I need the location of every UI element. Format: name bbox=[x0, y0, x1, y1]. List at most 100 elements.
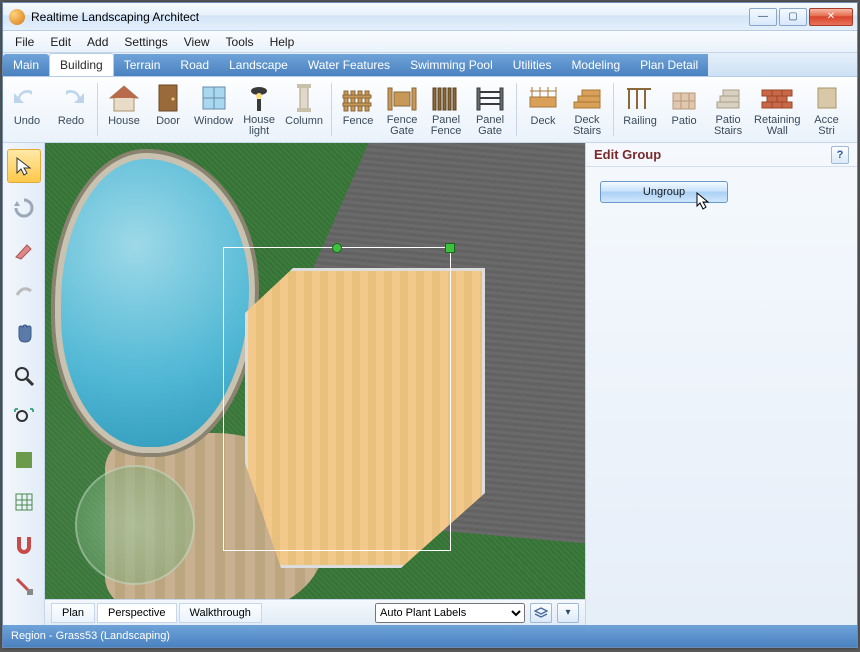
tab-landscape[interactable]: Landscape bbox=[219, 54, 298, 76]
tab-building[interactable]: Building bbox=[49, 53, 114, 76]
ribbon-label: Fence bbox=[343, 116, 374, 128]
status-text: Region - Grass53 (Landscaping) bbox=[11, 630, 170, 642]
patio-icon bbox=[667, 81, 701, 115]
ribbon-label: Redo bbox=[58, 116, 84, 128]
door-icon bbox=[151, 81, 185, 115]
ribbon-railing[interactable]: Railing bbox=[618, 79, 662, 140]
cursor-icon bbox=[695, 192, 711, 210]
ribbon-label: Undo bbox=[14, 116, 40, 128]
ribbon-house-light[interactable]: House light bbox=[237, 79, 281, 140]
scene-3d bbox=[45, 143, 585, 625]
tab-water[interactable]: Water Features bbox=[298, 54, 400, 76]
ribbon-panel-fence[interactable]: Panel Fence bbox=[424, 79, 468, 140]
menu-tools[interactable]: Tools bbox=[218, 33, 262, 51]
tab-plan-detail[interactable]: Plan Detail bbox=[630, 54, 708, 76]
pan-tool[interactable] bbox=[7, 317, 41, 351]
menu-view[interactable]: View bbox=[176, 33, 218, 51]
help-button[interactable]: ? bbox=[831, 146, 849, 164]
ribbon-label: Acce Stri bbox=[814, 115, 838, 138]
tab-modeling[interactable]: Modeling bbox=[561, 54, 630, 76]
title-bar: Realtime Landscaping Architect — ▢ ✕ bbox=[3, 3, 857, 31]
maximize-button[interactable]: ▢ bbox=[779, 8, 807, 26]
ribbon-window[interactable]: Window bbox=[190, 79, 237, 140]
ribbon-label: Panel Fence bbox=[431, 115, 462, 138]
ribbon-patio[interactable]: Patio bbox=[662, 79, 706, 140]
viewport[interactable]: Plan Perspective Walkthrough Auto Plant … bbox=[45, 143, 585, 625]
ribbon-undo[interactable]: Undo bbox=[5, 79, 49, 140]
selection-box[interactable] bbox=[223, 247, 451, 551]
ungroup-button[interactable]: Ungroup bbox=[600, 181, 728, 203]
ribbon-label: Deck bbox=[531, 116, 556, 128]
ribbon-label: House bbox=[108, 116, 140, 128]
panel-gate-icon bbox=[473, 81, 507, 114]
redo-icon bbox=[54, 81, 88, 115]
ribbon-column[interactable]: Column bbox=[281, 79, 327, 140]
layers-button[interactable] bbox=[530, 603, 552, 623]
accent-icon bbox=[810, 81, 844, 114]
ribbon-door[interactable]: Door bbox=[146, 79, 190, 140]
viewtab-perspective[interactable]: Perspective bbox=[97, 603, 176, 623]
tab-pool[interactable]: Swimming Pool bbox=[400, 54, 503, 76]
grid-tool[interactable] bbox=[7, 485, 41, 519]
ribbon-deck-stairs[interactable]: Deck Stairs bbox=[565, 79, 609, 140]
ribbon-label: Railing bbox=[623, 116, 657, 128]
properties-panel: Edit Group ? Ungroup bbox=[585, 143, 857, 625]
panel-title: Edit Group bbox=[594, 147, 661, 162]
window-title: Realtime Landscaping Architect bbox=[31, 10, 749, 24]
menu-settings[interactable]: Settings bbox=[116, 33, 175, 51]
fence-gate-icon bbox=[385, 81, 419, 114]
fence-icon bbox=[341, 81, 375, 115]
ribbon-patio-stairs[interactable]: Patio Stairs bbox=[706, 79, 750, 140]
deck-stairs-icon bbox=[570, 81, 604, 114]
ribbon-house[interactable]: House bbox=[102, 79, 146, 140]
ribbon-redo[interactable]: Redo bbox=[49, 79, 93, 140]
menu-edit[interactable]: Edit bbox=[42, 33, 79, 51]
tab-road[interactable]: Road bbox=[170, 54, 219, 76]
panel-fence-icon bbox=[429, 81, 463, 114]
plant-labels-dropdown[interactable]: Auto Plant Labels bbox=[375, 603, 525, 623]
zoom-extents-tool[interactable] bbox=[7, 401, 41, 435]
ribbon-fence[interactable]: Fence bbox=[336, 79, 380, 140]
ribbon-label: Door bbox=[156, 116, 180, 128]
deck-icon bbox=[526, 81, 560, 115]
close-button[interactable]: ✕ bbox=[809, 8, 853, 26]
ribbon-label: Patio Stairs bbox=[714, 115, 742, 138]
minimize-button[interactable]: — bbox=[749, 8, 777, 26]
select-tool[interactable] bbox=[7, 149, 41, 183]
menu-file[interactable]: File bbox=[7, 33, 42, 51]
app-window: Realtime Landscaping Architect — ▢ ✕ Fil… bbox=[2, 2, 858, 648]
ribbon-label: House light bbox=[243, 115, 275, 138]
menu-help[interactable]: Help bbox=[262, 33, 303, 51]
dimension-tool[interactable] bbox=[7, 569, 41, 603]
tab-main[interactable]: Main bbox=[3, 54, 49, 76]
tab-terrain[interactable]: Terrain bbox=[114, 54, 171, 76]
window-icon bbox=[197, 81, 231, 115]
panel-header: Edit Group ? bbox=[586, 143, 857, 167]
viewtab-plan[interactable]: Plan bbox=[51, 603, 95, 623]
dropdown-expand-button[interactable]: ▾ bbox=[557, 603, 579, 623]
tab-utilities[interactable]: Utilities bbox=[503, 54, 562, 76]
move-tool[interactable] bbox=[7, 233, 41, 267]
menu-bar: File Edit Add Settings View Tools Help bbox=[3, 31, 857, 53]
railing-icon bbox=[623, 81, 657, 115]
viewtab-walkthrough[interactable]: Walkthrough bbox=[179, 603, 262, 623]
snap-tool[interactable] bbox=[7, 527, 41, 561]
ribbon-deck[interactable]: Deck bbox=[521, 79, 565, 140]
navigation-pad[interactable] bbox=[75, 465, 195, 585]
ribbon-label: Deck Stairs bbox=[573, 115, 601, 138]
ribbon-retaining-wall[interactable]: Retaining Wall bbox=[750, 79, 804, 140]
orbit-tool[interactable] bbox=[7, 191, 41, 225]
ribbon-fence-gate[interactable]: Fence Gate bbox=[380, 79, 424, 140]
wall-icon bbox=[760, 81, 794, 114]
zoom-tool[interactable] bbox=[7, 359, 41, 393]
ribbon-panel-gate[interactable]: Panel Gate bbox=[468, 79, 512, 140]
ungroup-label: Ungroup bbox=[643, 186, 685, 198]
rotate-tool[interactable] bbox=[7, 275, 41, 309]
lamp-icon bbox=[242, 81, 276, 114]
menu-add[interactable]: Add bbox=[79, 33, 116, 51]
ribbon-label: Fence Gate bbox=[387, 115, 418, 138]
undo-icon bbox=[10, 81, 44, 115]
ribbon-accent-strip[interactable]: Acce Stri bbox=[805, 79, 849, 140]
ribbon: Undo Redo House Door Window House light … bbox=[3, 77, 857, 143]
fill-tool[interactable] bbox=[7, 443, 41, 477]
